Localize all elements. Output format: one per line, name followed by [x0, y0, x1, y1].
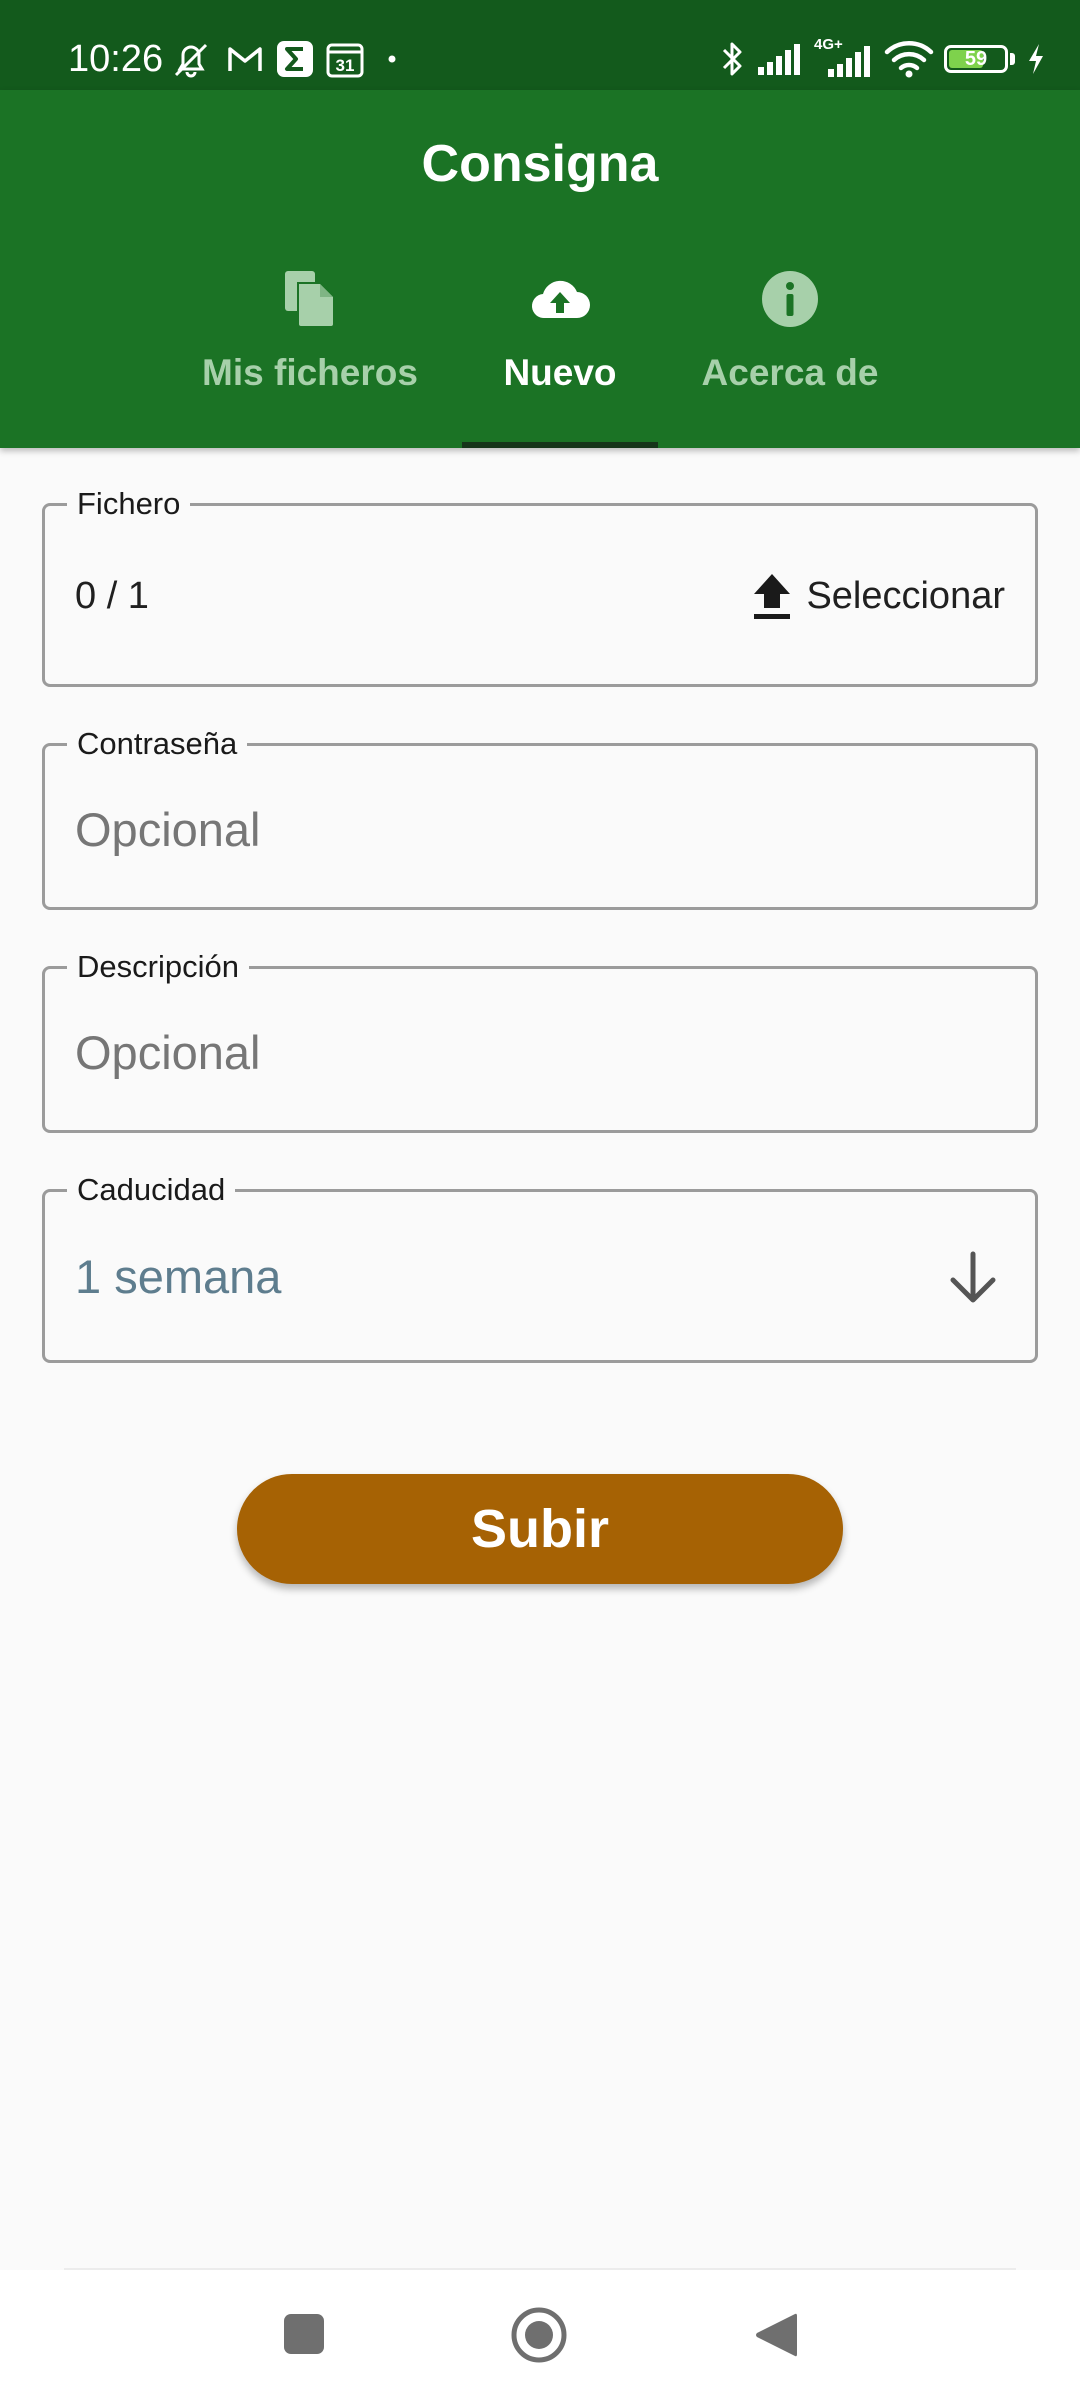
tab-acerca-de-label: Acerca de	[701, 352, 879, 393]
back-button[interactable]	[753, 2310, 799, 2360]
status-right-icons: 4G+ 59	[718, 36, 1046, 82]
arrow-down-icon[interactable]	[945, 1248, 1001, 1308]
upload-icon	[754, 574, 791, 619]
calendar-icon: 31	[326, 43, 364, 78]
status-time: 10:26	[68, 38, 164, 80]
sigma-app-icon	[277, 41, 313, 77]
navigation-bar	[0, 2270, 1080, 2400]
tab-indicator	[462, 442, 658, 448]
expiry-field-label: Caducidad	[67, 1170, 236, 1210]
dot-icon	[388, 55, 396, 63]
info-icon	[762, 271, 818, 327]
tab-nuevo-label: Nuevo	[503, 352, 617, 393]
app-bar: Consigna Mis ficheros Nuevo Acerca de	[0, 90, 1080, 448]
password-field-label: Contraseña	[67, 724, 248, 764]
password-field: Contraseña	[42, 724, 1038, 910]
tab-mis-ficheros[interactable]: Mis ficheros	[190, 260, 430, 448]
page-title: Consigna	[421, 135, 659, 193]
cloud-upload-icon	[531, 280, 590, 319]
description-field-label: Descripción	[67, 947, 249, 987]
battery-icon: 59	[944, 43, 1016, 75]
description-field: Descripción	[42, 947, 1038, 1133]
files-icon	[285, 271, 335, 328]
select-file-button[interactable]: Seleccionar	[752, 566, 1005, 626]
password-input[interactable]	[75, 794, 1005, 864]
tab-mis-ficheros-label: Mis ficheros	[202, 352, 418, 393]
tab-acerca-de[interactable]: Acerca de	[690, 260, 890, 448]
calendar-day: 31	[336, 56, 355, 75]
wifi-icon	[884, 41, 934, 78]
signal-4g-icon: 4G+	[814, 37, 874, 79]
recents-button[interactable]	[282, 2312, 326, 2356]
upload-button[interactable]: Subir	[237, 1474, 843, 1584]
expiry-value: 1 semana	[75, 1250, 282, 1303]
battery-level: 59	[964, 48, 988, 70]
expiry-select[interactable]: Caducidad 1 semana	[42, 1170, 1038, 1363]
tab-nuevo[interactable]: Nuevo	[462, 260, 658, 448]
muted-alarm-icon	[174, 43, 208, 78]
signal-icon	[758, 44, 800, 75]
file-field-label: Fichero	[67, 484, 191, 524]
gmail-icon	[228, 47, 262, 71]
home-button[interactable]	[510, 2306, 568, 2364]
file-count: 0 / 1	[75, 575, 149, 617]
file-field: Fichero 0 / 1 Seleccionar	[42, 484, 1038, 687]
select-file-label: Seleccionar	[806, 574, 1005, 617]
status-bar: 10:26 31 4G+ 59	[0, 0, 1080, 90]
bluetooth-icon	[722, 42, 742, 76]
status-left-icons: 31	[168, 36, 400, 82]
description-input[interactable]	[75, 1017, 1005, 1087]
charging-icon	[1029, 44, 1043, 74]
